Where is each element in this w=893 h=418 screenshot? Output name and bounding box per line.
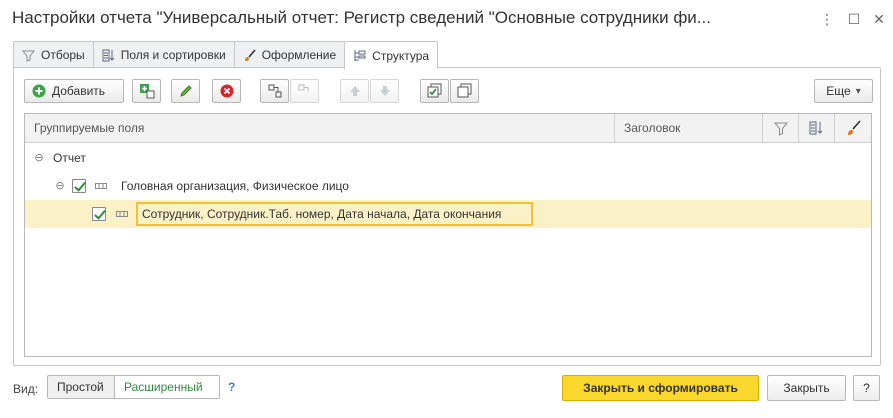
view-simple-label: Простой [57, 380, 104, 394]
ungroup-icon [298, 84, 308, 92]
tree-row-label: Отчет [53, 151, 86, 165]
group-icon [268, 84, 281, 98]
delete-icon [220, 84, 233, 98]
add-grouping-icon [139, 84, 154, 99]
tab-fields-sort-label: Поля и сортировки [120, 48, 226, 62]
help-button-label: ? [863, 381, 870, 395]
grouping-field-icon [116, 211, 128, 217]
view-label: Вид: [13, 382, 39, 396]
tab-filters-label: Отборы [41, 48, 85, 62]
selected-grouping-field[interactable]: Сотрудник, Сотрудник.Таб. номер, Дата на… [136, 202, 533, 226]
fields-sort-icon [809, 121, 823, 135]
filter-icon [773, 122, 789, 136]
tab-appearance-label: Оформление [261, 48, 337, 62]
tab-fields-sort[interactable]: Поля и сортировки [92, 41, 235, 68]
collapse-icon[interactable]: ⊖ [55, 181, 65, 192]
plus-circle-icon [32, 84, 46, 98]
fields-sort-icon [102, 49, 115, 61]
check-all-icon [427, 83, 441, 98]
column-appearance[interactable] [835, 114, 871, 143]
structure-panel: Добавить Еще ▾ Группируемые поля Заголов… [13, 67, 881, 366]
more-actions-icon[interactable]: ⋮ [818, 10, 836, 28]
move-down-button[interactable] [370, 79, 399, 103]
view-extended-label: Расширенный [124, 380, 203, 394]
close-button[interactable]: Закрыть [767, 375, 846, 401]
settings-tabs: Отборы Поля и сортировки Оформление Стру… [13, 41, 439, 69]
edit-button[interactable] [171, 79, 200, 103]
column-grouped-fields[interactable]: Группируемые поля [25, 114, 615, 143]
close-and-build-label: Закрыть и сформировать [583, 381, 738, 395]
column-title[interactable]: Заголовок [615, 114, 763, 143]
arrow-down-icon [379, 86, 390, 96]
row-checkbox[interactable] [72, 179, 86, 193]
delete-button[interactable] [212, 79, 241, 103]
collapse-icon[interactable]: ⊖ [34, 153, 44, 164]
view-extended-button[interactable]: Расширенный [114, 375, 220, 399]
column-filter[interactable] [763, 114, 799, 143]
maximize-icon[interactable]: ☐ [845, 10, 863, 28]
more-button-label: Еще [826, 84, 851, 98]
close-button-label: Закрыть [783, 381, 830, 395]
uncheck-all-button[interactable] [450, 79, 479, 103]
add-grouping-button[interactable] [132, 79, 161, 103]
close-icon[interactable]: ✕ [870, 10, 888, 28]
window-titlebar: Настройки отчета "Универсальный отчет: Р… [0, 0, 893, 38]
column-fields[interactable] [799, 114, 835, 143]
structure-icon [354, 50, 366, 61]
move-up-button[interactable] [340, 79, 369, 103]
chevron-down-icon: ▾ [855, 85, 861, 97]
grouping-field-icon [95, 183, 107, 189]
arrow-up-icon [349, 86, 360, 96]
tree-row-employee[interactable]: Сотрудник, Сотрудник.Таб. номер, Дата на… [25, 200, 871, 228]
tab-structure-label: Структура [372, 48, 430, 63]
structure-grid: Группируемые поля Заголовок ⊖ Отчет ⊖ Го… [24, 113, 872, 357]
tab-structure[interactable]: Структура [344, 41, 439, 69]
ungroup-button[interactable] [290, 79, 319, 103]
add-button-label: Добавить [52, 84, 106, 98]
brush-icon [848, 120, 861, 135]
help-button[interactable]: ? [853, 375, 880, 401]
more-button[interactable]: Еще ▾ [814, 79, 873, 103]
tree-row-label: Головная организация, Физическое лицо [121, 179, 349, 193]
brush-icon [244, 48, 256, 61]
tree-row-report[interactable]: ⊖ Отчет [25, 144, 871, 172]
grid-header: Группируемые поля Заголовок [25, 114, 871, 143]
row-checkbox[interactable] [92, 207, 106, 221]
pencil-icon [179, 85, 192, 97]
uncheck-all-icon [457, 83, 471, 98]
window-title: Настройки отчета "Универсальный отчет: Р… [12, 8, 711, 27]
group-button[interactable] [260, 79, 289, 103]
view-help-link[interactable]: ? [228, 380, 235, 394]
view-simple-button[interactable]: Простой [47, 375, 115, 399]
tree-row-grouping[interactable]: ⊖ Головная организация, Физическое лицо [25, 172, 871, 200]
tab-filters[interactable]: Отборы [13, 41, 94, 68]
close-and-build-button[interactable]: Закрыть и сформировать [562, 375, 759, 401]
check-all-button[interactable] [420, 79, 449, 103]
add-button[interactable]: Добавить [24, 79, 124, 103]
tab-appearance[interactable]: Оформление [233, 41, 346, 68]
tree-row-label: Сотрудник, Сотрудник.Таб. номер, Дата на… [142, 207, 502, 221]
filter-icon [22, 50, 35, 62]
